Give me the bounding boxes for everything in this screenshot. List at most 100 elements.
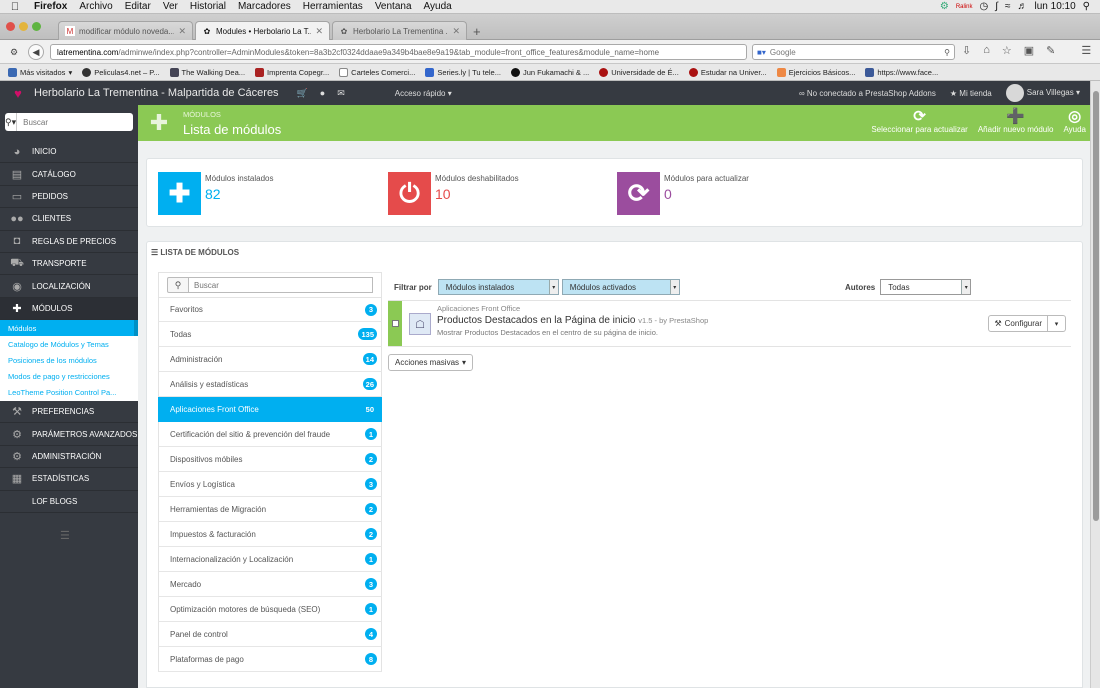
bookmark-item[interactable]: Ejercicios Básicos...	[776, 67, 855, 77]
configure-dropdown-button[interactable]: ▾	[1048, 315, 1066, 332]
bookmark-item[interactable]: The Walking Dea...	[169, 67, 245, 77]
menu-app[interactable]: Firefox	[30, 1, 75, 12]
category-item[interactable]: Mercado 3	[158, 572, 382, 597]
category-item[interactable]: Panel de control 4	[158, 622, 382, 647]
tools-icon[interactable]: ⚙	[6, 44, 22, 60]
add-module-button[interactable]: ➕ Añadir nuevo módulo	[978, 108, 1054, 134]
browser-tab-3[interactable]: ✿ Herbolario La Trementina ... ✕	[332, 21, 467, 40]
prestashop-logo-icon[interactable]: ♥	[8, 83, 28, 103]
search-icon[interactable]: ⚲	[944, 48, 950, 57]
search-icon[interactable]: ⚲▾	[5, 113, 18, 131]
close-tab-icon[interactable]: ✕	[452, 26, 460, 37]
help-button[interactable]: ◎ Ayuda	[1063, 108, 1086, 134]
sidebar-item-catalogo[interactable]: ▤ Catálogo	[0, 163, 138, 186]
addon-icon[interactable]: ✎	[1046, 44, 1055, 57]
category-item[interactable]: Certificación del sitio & prevención del…	[158, 422, 382, 447]
category-item[interactable]: Optimización motores de búsqueda (SEO) 1	[158, 597, 382, 622]
sidebar-item-lofblogs[interactable]: LOF BLOGS	[0, 491, 138, 514]
close-window-button[interactable]	[6, 22, 15, 31]
cart-icon[interactable]: 🛒	[297, 88, 308, 99]
category-item-selected[interactable]: Aplicaciones Front Office 50	[158, 397, 382, 422]
category-item[interactable]: Administración 14	[158, 347, 382, 372]
close-tab-icon[interactable]: ✕	[315, 26, 323, 37]
bookmark-item[interactable]: Series.ly | Tu tele...	[425, 67, 501, 77]
sidebar-item-preferencias[interactable]: ⚒ Preferencias	[0, 401, 138, 424]
bookmark-item[interactable]: Jun Fukamachi & ...	[510, 67, 589, 77]
menu-archivo[interactable]: Archivo	[75, 1, 120, 12]
sidebar-item-reglas[interactable]: ◘ Reglas de precios	[0, 231, 138, 253]
back-button[interactable]: ◀	[28, 44, 44, 60]
category-item[interactable]: Internacionalización y Localización 1	[158, 547, 382, 572]
category-item[interactable]: Favoritos 3	[158, 297, 382, 322]
my-shop-link[interactable]: ★ Mi tienda	[950, 89, 992, 98]
category-item[interactable]: Análisis y estadísticas 26	[158, 372, 382, 397]
library-icon[interactable]: ▣	[1024, 44, 1034, 57]
category-search-input[interactable]	[189, 277, 373, 293]
bluetooth-icon[interactable]: ∫	[995, 1, 998, 12]
browser-tab-1[interactable]: M modificar módulo noveda... ✕	[58, 21, 193, 40]
sidebar-item-inicio[interactable]: ◕ Inicio	[0, 141, 138, 164]
new-tab-icon[interactable]: +	[473, 24, 481, 39]
page-scrollbar[interactable]	[1090, 81, 1100, 688]
home-icon[interactable]: ⌂	[983, 44, 990, 57]
wifi-icon[interactable]: ≈	[1005, 1, 1011, 12]
menu-marcadores[interactable]: Marcadores	[234, 1, 299, 12]
bookmark-item[interactable]: Peliculas4.net – P...	[82, 67, 160, 77]
zoom-window-button[interactable]	[32, 22, 41, 31]
sidebar-item-clientes[interactable]: ●● Clientes	[0, 208, 138, 231]
sidebar-item-modulos[interactable]: ✚ Módulos	[0, 297, 138, 321]
category-item[interactable]: Impuestos & facturación 2	[158, 522, 382, 547]
menu-herramientas[interactable]: Herramientas	[299, 1, 371, 12]
category-item[interactable]: Plataformas de pago 8	[158, 647, 382, 672]
authors-select[interactable]: Todas ▾	[880, 279, 972, 295]
module-checkbox[interactable]	[391, 320, 399, 327]
installed-filter-select[interactable]: Módulos instalados ▾	[437, 279, 559, 295]
bookmark-star-icon[interactable]: ☆	[1002, 44, 1012, 57]
url-bar[interactable]: latrementina.com/adminwe/index.php?contr…	[50, 44, 747, 60]
category-item[interactable]: Dispositivos móbiles 2	[158, 447, 382, 472]
sidebar-item-pedidos[interactable]: ▭ Pedidos	[0, 186, 138, 209]
bulk-actions-button[interactable]: Acciones masivas ▾	[388, 354, 474, 371]
menu-ventana[interactable]: Ventana	[371, 1, 420, 12]
sidebar-item-parametros[interactable]: ⚙ Parámetros avanzados	[0, 423, 138, 446]
search-bar[interactable]: ■▾ Google ⚲	[752, 44, 955, 60]
category-item[interactable]: Envíos y Logística 3	[158, 472, 382, 497]
status-tray-icon[interactable]: ⚙	[940, 1, 949, 12]
configure-button[interactable]: ⚒ Configurar	[988, 315, 1048, 332]
submenu-item-catalogo[interactable]: Catalogo de Módulos y Temas	[0, 336, 138, 352]
minimize-window-button[interactable]	[19, 22, 28, 31]
sidebar-search-input[interactable]	[17, 113, 134, 131]
user-menu[interactable]: Sara Villegas ▾	[1005, 84, 1080, 102]
message-icon[interactable]: ✉	[337, 88, 345, 99]
menu-editar[interactable]: Editar	[121, 1, 159, 12]
submenu-item-pago[interactable]: Modos de pago y restricciones	[0, 369, 138, 385]
sidebar-item-transporte[interactable]: ⛟ Transporte	[0, 253, 138, 276]
sidebar-item-localizacion[interactable]: ◉ Localización	[0, 275, 138, 298]
sidebar-item-administracion[interactable]: ⚙ Administración	[0, 446, 138, 469]
submenu-item-posiciones[interactable]: Posiciones de los módulos	[0, 353, 138, 369]
bookmark-item[interactable]: Universidade de É...	[599, 67, 679, 77]
category-item[interactable]: Herramientas de Migración 2	[158, 497, 382, 522]
menu-ayuda[interactable]: Ayuda	[420, 1, 460, 12]
menu-ver[interactable]: Ver	[159, 1, 186, 12]
shop-name[interactable]: Herbolario La Trementina - Malpartida de…	[34, 87, 279, 99]
sidebar-item-estadisticas[interactable]: ▦ Estadísticas	[0, 468, 138, 491]
quick-access-menu[interactable]: Acceso rápido ▾	[395, 89, 452, 98]
search-icon[interactable]: ⚲	[167, 277, 189, 293]
volume-icon[interactable]: ♬	[1018, 1, 1028, 12]
enabled-filter-select[interactable]: Módulos activados ▾	[561, 279, 680, 295]
browser-tab-2[interactable]: ✿ Modules • Herbolario La T... ✕	[195, 21, 330, 41]
hamburger-menu-icon[interactable]: ☰	[1081, 44, 1091, 57]
apple-icon[interactable]: 	[0, 1, 30, 13]
download-icon[interactable]: ⇩	[962, 44, 971, 57]
menu-historial[interactable]: Historial	[186, 1, 234, 12]
ralink-icon[interactable]: Ralink	[956, 4, 973, 10]
close-tab-icon[interactable]: ✕	[178, 26, 186, 37]
submenu-item-leotheme[interactable]: LeoTheme Position Control Pa...	[0, 385, 138, 401]
addons-link[interactable]: ∞ No conectado a PrestaShop Addons	[799, 89, 936, 98]
category-item[interactable]: Todas 135	[158, 322, 382, 347]
collapse-menu-icon[interactable]: ☰	[60, 529, 70, 542]
bookmark-item[interactable]: Estudar na Univer...	[688, 67, 767, 77]
submenu-item-modulos[interactable]: Módulos	[0, 320, 138, 337]
bookmark-item[interactable]: https://www.face...	[865, 67, 938, 77]
